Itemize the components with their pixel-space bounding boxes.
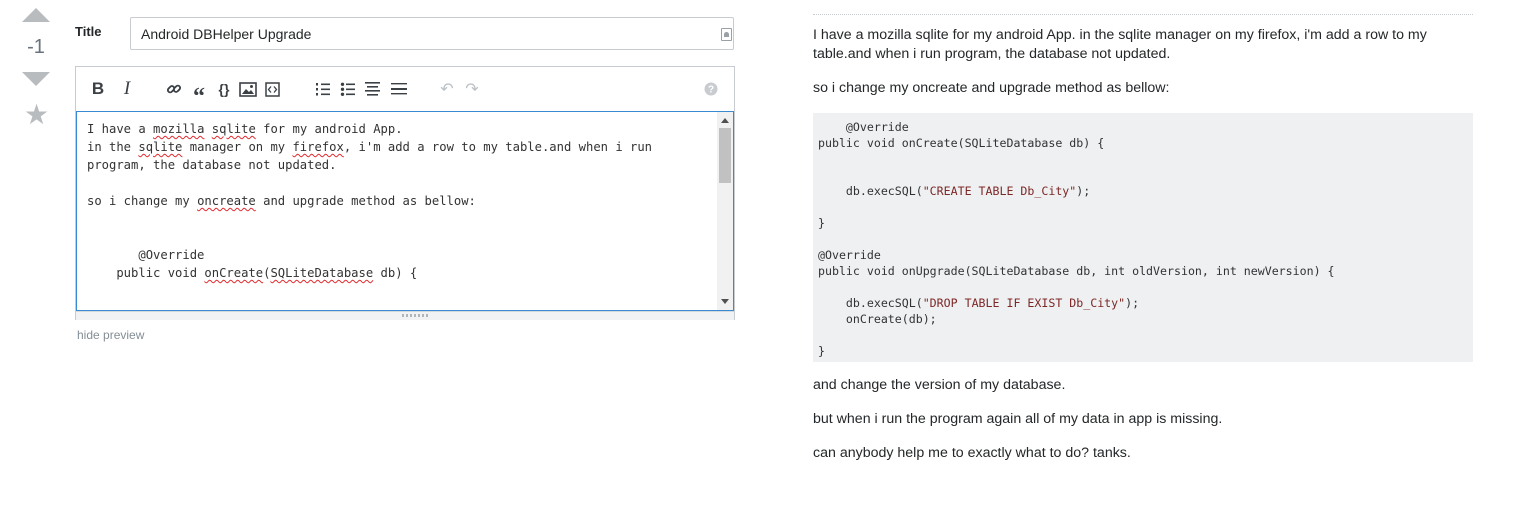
code-line: @Override xyxy=(818,248,881,262)
text-run: for my android App. xyxy=(255,122,403,136)
text-run: ); xyxy=(1125,296,1140,310)
code-line: db.execSQL("CREATE TABLE Db_City"); xyxy=(818,184,1090,198)
upvote-arrow-icon[interactable] xyxy=(22,8,50,22)
editor-line: I have a mozilla sqlite for my android A… xyxy=(87,122,403,136)
autofill-contact-icon[interactable] xyxy=(721,28,732,41)
bulleted-list-icon[interactable] xyxy=(340,79,356,99)
editor-line: so i change my oncreate and upgrade meth… xyxy=(87,194,476,208)
scroll-up-arrow-icon[interactable] xyxy=(721,118,729,123)
code-line: db.execSQL("DROP TABLE IF EXIST Db_City"… xyxy=(818,296,1139,310)
code-line: } xyxy=(818,344,825,358)
text-run: onCreate(db); xyxy=(818,312,937,326)
preview-paragraph: but when i run the program again all of … xyxy=(813,411,1223,427)
link-icon[interactable] xyxy=(166,79,182,99)
favorite-star-icon[interactable]: ★ xyxy=(24,100,49,130)
scroll-thumb[interactable] xyxy=(719,128,731,183)
body-textarea[interactable]: I have a mozilla sqlite for my android A… xyxy=(76,111,734,311)
heading-icon[interactable] xyxy=(364,79,381,99)
string-literal: "CREATE TABLE Db_City" xyxy=(922,184,1077,198)
misspelled-word: onCreate xyxy=(204,266,264,280)
editor-scrollbar[interactable] xyxy=(717,112,733,310)
text-run: in the xyxy=(87,140,139,154)
text-run: program, the database not updated. xyxy=(87,158,337,172)
preview-code-block: @Override public void onCreate(SQLiteDat… xyxy=(813,113,1473,362)
preview-divider xyxy=(813,14,1473,15)
preview-paragraph: and change the version of my database. xyxy=(813,377,1066,393)
text-run: } xyxy=(818,344,825,358)
misspelled-word: sqlite xyxy=(138,140,183,154)
downvote-arrow-icon[interactable] xyxy=(22,72,50,86)
quote-icon[interactable]: “ xyxy=(190,79,208,110)
italic-button[interactable]: I xyxy=(120,78,134,99)
text-run: ); xyxy=(1076,184,1091,198)
text-run: , i'm add a row to my table.and when i r… xyxy=(343,140,653,154)
bold-button[interactable]: B xyxy=(90,79,106,99)
editor-text[interactable]: I have a mozilla sqlite for my android A… xyxy=(87,120,707,304)
title-input[interactable] xyxy=(130,17,734,50)
code-line: } xyxy=(818,216,825,230)
preview-paragraph: I have a mozilla sqlite for my android A… xyxy=(813,27,1427,62)
resize-grip[interactable] xyxy=(76,311,734,320)
text-run: db) { xyxy=(373,266,418,280)
text-run: db.execSQL( xyxy=(818,184,923,198)
preview-code: @Override public void onCreate(SQLiteDat… xyxy=(818,119,1335,359)
preview-paragraph: so i change my oncreate and upgrade meth… xyxy=(813,80,1170,96)
text-run: manager on my xyxy=(182,140,293,154)
image-icon[interactable] xyxy=(239,79,257,99)
misspelled-word: mozilla xyxy=(153,122,205,136)
editor-line: program, the database not updated. xyxy=(87,158,336,172)
text-run: so i change my xyxy=(87,194,198,208)
text-run: db.execSQL( xyxy=(818,296,923,310)
markdown-editor: B I “ {} ↶ ↷ ? I have a mozilla sqlite f… xyxy=(75,66,735,320)
text-run: public void onUpgrade(SQLiteDatabase db,… xyxy=(818,264,1335,278)
text-run: public void xyxy=(87,266,205,280)
preview-paragraph: can anybody help me to exactly what to d… xyxy=(813,445,1131,461)
editor-toolbar: B I “ {} ↶ ↷ ? xyxy=(76,67,734,111)
string-literal: "DROP TABLE IF EXIST Db_City" xyxy=(922,296,1126,310)
title-label: Title xyxy=(75,24,102,39)
text-run: I have a xyxy=(87,122,154,136)
ordered-list-icon[interactable] xyxy=(315,79,331,99)
editor-line: @Override xyxy=(87,248,204,262)
text-run xyxy=(204,122,211,136)
help-icon[interactable]: ? xyxy=(704,79,718,99)
undo-icon[interactable]: ↶ xyxy=(440,79,454,99)
text-run: @Override xyxy=(87,248,205,262)
editor-line: public void onCreate(SQLiteDatabase db) … xyxy=(87,266,417,280)
code-line: public void onUpgrade(SQLiteDatabase db,… xyxy=(818,264,1335,278)
horizontal-rule-icon[interactable] xyxy=(390,79,408,99)
code-line: @Override xyxy=(818,120,909,134)
text-run: and upgrade method as bellow: xyxy=(255,194,476,208)
text-run: @Override xyxy=(818,248,881,262)
editor-line: in the sqlite manager on my firefox, i'm… xyxy=(87,140,652,154)
misspelled-word: firefox xyxy=(292,140,344,154)
code-icon[interactable]: {} xyxy=(215,79,233,99)
code-line: onCreate(db); xyxy=(818,312,937,326)
text-run: } xyxy=(818,216,825,230)
code-line: public void onCreate(SQLiteDatabase db) … xyxy=(818,136,1104,150)
snippet-icon[interactable] xyxy=(264,79,280,99)
misspelled-word: SQLiteDatabase xyxy=(270,266,374,280)
svg-text:?: ? xyxy=(708,85,714,96)
hide-preview-link[interactable]: hide preview xyxy=(77,328,144,342)
misspelled-word: oncreate xyxy=(197,194,256,208)
text-run: public void onCreate(SQLiteDatabase db) … xyxy=(818,136,1105,150)
misspelled-word: sqlite xyxy=(211,122,256,136)
redo-icon[interactable]: ↷ xyxy=(465,79,479,99)
vote-count: -1 xyxy=(27,36,45,58)
text-run: @Override xyxy=(818,120,909,134)
scroll-down-arrow-icon[interactable] xyxy=(721,299,729,304)
